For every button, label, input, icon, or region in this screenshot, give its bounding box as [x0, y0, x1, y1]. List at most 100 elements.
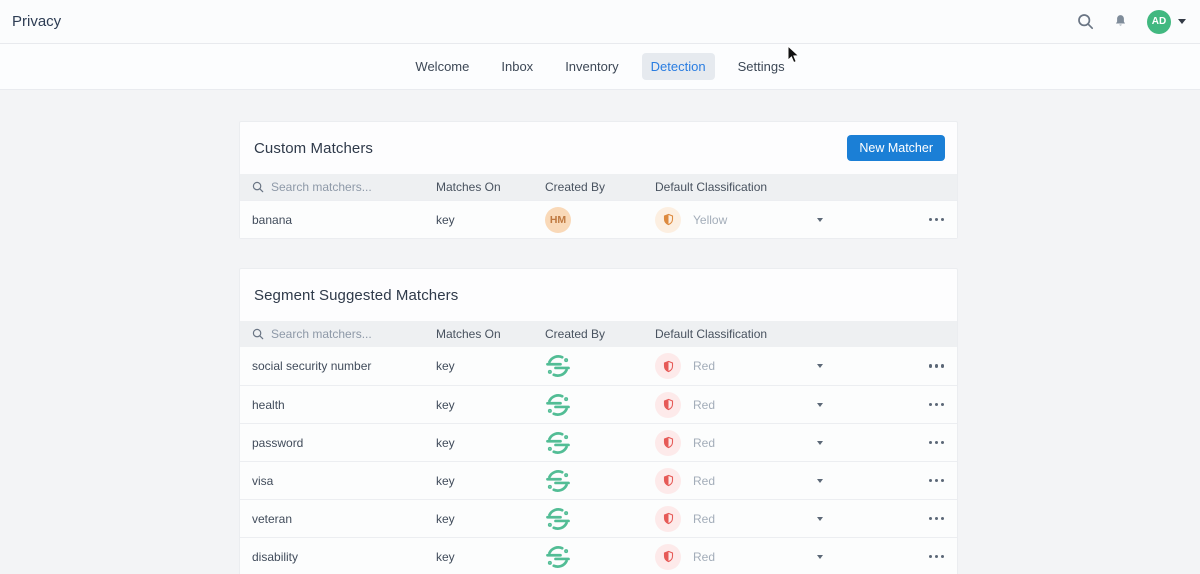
matcher-name: health: [240, 398, 436, 412]
table-row: health key Red: [240, 385, 957, 423]
segment-logo-icon: [545, 468, 655, 494]
created-by-cell: HM: [545, 207, 655, 233]
row-menu-dots-icon[interactable]: [929, 214, 945, 226]
row-menu-dots-icon[interactable]: [929, 360, 945, 372]
classification-value: Red: [693, 550, 817, 564]
shield-icon: [655, 353, 681, 379]
segment-logo-icon: [545, 506, 655, 532]
segment-logo-icon: [545, 544, 655, 570]
column-header-matches-on: Matches On: [436, 180, 545, 194]
classification-cell: Red: [655, 544, 957, 570]
classification-value: Red: [693, 436, 817, 450]
matcher-name: disability: [240, 550, 436, 564]
classification-value: Red: [693, 398, 817, 412]
search-matchers-cell: [240, 180, 436, 194]
user-menu[interactable]: AD: [1147, 10, 1186, 34]
custom-matchers-header: Custom Matchers New Matcher: [240, 122, 957, 174]
search-matchers-input[interactable]: [271, 180, 421, 194]
matcher-name: veteran: [240, 512, 436, 526]
shield-icon: [655, 430, 681, 456]
new-matcher-button[interactable]: New Matcher: [847, 135, 945, 161]
column-header-default-classification: Default Classification: [655, 180, 957, 194]
section-title: Custom Matchers: [254, 140, 373, 157]
avatar[interactable]: AD: [1147, 10, 1171, 34]
search-matchers-cell: [240, 327, 436, 341]
column-header-matches-on: Matches On: [436, 327, 545, 341]
classification-cell: Red: [655, 506, 957, 532]
created-by-cell: [545, 544, 655, 570]
tab-inventory[interactable]: Inventory: [556, 53, 627, 80]
row-menu-dots-icon[interactable]: [929, 551, 945, 563]
matcher-name: password: [240, 436, 436, 450]
shield-icon: [655, 506, 681, 532]
bell-icon[interactable]: [1112, 13, 1129, 30]
classification-cell: Red: [655, 430, 957, 456]
column-header-created-by: Created By: [545, 180, 655, 194]
table-header: Matches On Created By Default Classifica…: [240, 321, 957, 347]
classification-value: Red: [693, 359, 817, 373]
topbar: Privacy AD: [0, 0, 1200, 44]
shield-icon: [655, 544, 681, 570]
matches-on-value: key: [436, 474, 545, 488]
shield-icon: [655, 392, 681, 418]
table-row: social security number key Red: [240, 347, 957, 385]
row-menu-dots-icon[interactable]: [929, 437, 945, 449]
tab-detection[interactable]: Detection: [642, 53, 715, 80]
classification-dropdown-caret-icon[interactable]: [817, 441, 823, 445]
classification-dropdown-caret-icon[interactable]: [817, 364, 823, 368]
created-by-cell: [545, 506, 655, 532]
topbar-actions: AD: [1077, 10, 1186, 34]
classification-value: Red: [693, 474, 817, 488]
segment-logo-icon: [545, 430, 655, 456]
classification-cell: Yellow: [655, 207, 957, 233]
classification-value: Red: [693, 512, 817, 526]
matches-on-value: key: [436, 550, 545, 564]
table-row: visa key Red: [240, 461, 957, 499]
chevron-down-icon[interactable]: [1178, 19, 1186, 24]
row-menu-dots-icon[interactable]: [929, 513, 945, 525]
matches-on-value: key: [436, 398, 545, 412]
classification-cell: Red: [655, 353, 957, 379]
page-title: Privacy: [12, 13, 61, 30]
table-row: veteran key Red: [240, 499, 957, 537]
custom-matchers-card: Custom Matchers New Matcher Matches On C…: [239, 121, 958, 239]
segment-logo-icon: [545, 392, 655, 418]
matcher-name: visa: [240, 474, 436, 488]
matches-on-value: key: [436, 512, 545, 526]
classification-dropdown-caret-icon[interactable]: [817, 517, 823, 521]
matcher-name: banana: [240, 213, 436, 227]
created-by-cell: [545, 430, 655, 456]
search-matchers-input[interactable]: [271, 327, 421, 341]
segment-matchers-card: Segment Suggested Matchers Matches On Cr…: [239, 268, 958, 574]
created-by-cell: [545, 392, 655, 418]
classification-dropdown-caret-icon[interactable]: [817, 479, 823, 483]
tab-welcome[interactable]: Welcome: [406, 53, 478, 80]
classification-cell: Red: [655, 468, 957, 494]
segment-matchers-header: Segment Suggested Matchers: [240, 269, 957, 321]
table-row: password key Red: [240, 423, 957, 461]
shield-icon: [655, 468, 681, 494]
row-menu-dots-icon[interactable]: [929, 399, 945, 411]
table-row: banana key HM Yellow: [240, 200, 957, 238]
tab-inbox[interactable]: Inbox: [492, 53, 542, 80]
table-header: Matches On Created By Default Classifica…: [240, 174, 957, 200]
search-icon: [252, 328, 264, 340]
segment-logo-icon: [545, 353, 655, 379]
row-menu-dots-icon[interactable]: [929, 475, 945, 487]
classification-dropdown-caret-icon[interactable]: [817, 403, 823, 407]
search-icon: [252, 181, 264, 193]
matches-on-value: key: [436, 359, 545, 373]
classification-dropdown-caret-icon[interactable]: [817, 555, 823, 559]
tab-settings[interactable]: Settings: [729, 53, 794, 80]
matches-on-value: key: [436, 213, 545, 227]
table-row: disability key Red: [240, 537, 957, 574]
classification-dropdown-caret-icon[interactable]: [817, 218, 823, 222]
created-by-cell: [545, 468, 655, 494]
section-title: Segment Suggested Matchers: [254, 287, 458, 304]
creator-avatar: HM: [545, 207, 571, 233]
matches-on-value: key: [436, 436, 545, 450]
column-header-created-by: Created By: [545, 327, 655, 341]
search-icon[interactable]: [1077, 13, 1094, 30]
created-by-cell: [545, 353, 655, 379]
classification-value: Yellow: [693, 213, 817, 227]
